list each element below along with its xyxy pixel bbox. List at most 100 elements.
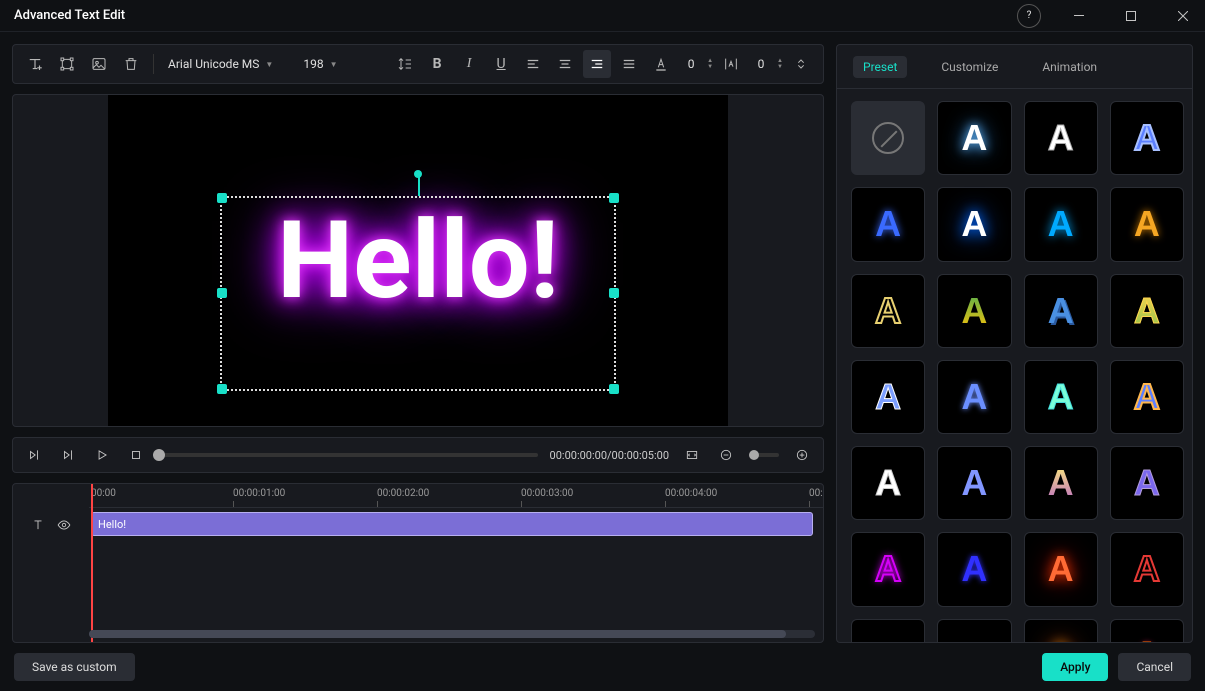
- preset-tile[interactable]: A: [1024, 532, 1098, 606]
- timeline-track-area[interactable]: 00:00 00:00:01:00 00:00:02:00 00:00:03:0…: [89, 484, 823, 642]
- preset-tile[interactable]: A: [937, 101, 1011, 175]
- align-justify-icon[interactable]: [615, 50, 643, 78]
- bold-icon[interactable]: B: [423, 50, 451, 78]
- preset-tile[interactable]: A: [851, 187, 925, 261]
- playhead[interactable]: [91, 484, 93, 642]
- line-height-icon[interactable]: [391, 50, 419, 78]
- preset-tile[interactable]: A: [851, 619, 925, 643]
- resize-handle-tl[interactable]: [217, 193, 227, 203]
- stop-button[interactable]: [125, 444, 147, 466]
- delete-icon[interactable]: [117, 50, 145, 78]
- tab-preset[interactable]: Preset: [853, 56, 907, 78]
- window-title: Advanced Text Edit: [14, 8, 125, 23]
- resize-handle-tr[interactable]: [609, 193, 619, 203]
- zoom-out-icon[interactable]: [715, 444, 737, 466]
- preset-tile[interactable]: A: [851, 274, 925, 348]
- tab-animation[interactable]: Animation: [1032, 56, 1107, 78]
- close-button[interactable]: [1161, 0, 1205, 32]
- preview-canvas[interactable]: Hello!: [12, 94, 824, 427]
- help-icon[interactable]: ?: [1017, 4, 1041, 28]
- transform-icon[interactable]: [53, 50, 81, 78]
- selection-box[interactable]: [220, 196, 616, 391]
- resize-handle-mr[interactable]: [609, 288, 619, 298]
- seek-slider[interactable]: [159, 453, 538, 457]
- tab-customize[interactable]: Customize: [931, 56, 1008, 78]
- image-icon[interactable]: [85, 50, 113, 78]
- preset-tile[interactable]: A: [937, 446, 1011, 520]
- rotate-handle[interactable]: [414, 170, 422, 178]
- preset-tile[interactable]: A: [851, 360, 925, 434]
- track-header: [13, 512, 89, 538]
- apply-button[interactable]: Apply: [1042, 653, 1108, 681]
- resize-handle-bl[interactable]: [217, 384, 227, 394]
- preset-tile[interactable]: A: [1110, 446, 1184, 520]
- clip-label: Hello!: [98, 518, 126, 531]
- sidebar-tabs: Preset Customize Animation: [837, 45, 1192, 89]
- visibility-icon[interactable]: [57, 518, 71, 532]
- preset-tile[interactable]: A: [1024, 101, 1098, 175]
- font-select-value: Arial Unicode MS: [168, 57, 259, 71]
- preset-tile[interactable]: A: [937, 532, 1011, 606]
- zoom-slider[interactable]: [749, 453, 779, 457]
- none-icon: [872, 122, 904, 154]
- preset-tile[interactable]: A: [1024, 360, 1098, 434]
- timeline-scrollbar[interactable]: [89, 630, 815, 638]
- letter-spacing-icon[interactable]: [717, 50, 745, 78]
- preset-grid: A A A A A A A A A A A A A A A A A A A A …: [837, 89, 1192, 642]
- save-as-custom-button[interactable]: Save as custom: [14, 653, 135, 681]
- preset-tile[interactable]: A: [937, 187, 1011, 261]
- ruler-tick: 00:00:01:00: [233, 488, 285, 499]
- more-options-icon[interactable]: [787, 50, 815, 78]
- timeline-clip[interactable]: Hello!: [91, 512, 813, 536]
- cancel-button[interactable]: Cancel: [1118, 653, 1191, 681]
- timeline: 00:00 00:00:01:00 00:00:02:00 00:00:03:0…: [12, 483, 824, 643]
- resize-handle-br[interactable]: [609, 384, 619, 394]
- footer: Save as custom Apply Cancel: [0, 643, 1205, 691]
- preset-tile[interactable]: A: [1110, 274, 1184, 348]
- time-display: 00:00:00:00/00:00:05:00: [550, 449, 669, 462]
- preset-tile[interactable]: A: [1110, 532, 1184, 606]
- preset-tile[interactable]: A: [1110, 619, 1184, 643]
- step-back-button[interactable]: [57, 444, 79, 466]
- play-button[interactable]: [91, 444, 113, 466]
- fit-screen-icon[interactable]: [681, 444, 703, 466]
- scrollbar-thumb[interactable]: [89, 630, 786, 638]
- preset-tile[interactable]: A: [937, 274, 1011, 348]
- underline-icon[interactable]: U: [487, 50, 515, 78]
- minimize-button[interactable]: [1057, 0, 1101, 32]
- font-select[interactable]: Arial Unicode MS ▼: [162, 53, 293, 75]
- preset-tile[interactable]: A: [1110, 360, 1184, 434]
- preset-tile[interactable]: A: [937, 619, 1011, 643]
- preset-none[interactable]: [851, 101, 925, 175]
- align-left-icon[interactable]: [519, 50, 547, 78]
- align-center-icon[interactable]: [551, 50, 579, 78]
- preset-tile[interactable]: A: [937, 360, 1011, 434]
- ruler-tick: 00:00:03:00: [521, 488, 573, 499]
- preset-tile[interactable]: A: [1024, 274, 1098, 348]
- maximize-button[interactable]: [1109, 0, 1153, 32]
- text-color-icon[interactable]: [647, 50, 675, 78]
- preset-tile[interactable]: A: [1024, 446, 1098, 520]
- align-right-icon[interactable]: [583, 50, 611, 78]
- font-size-select[interactable]: 198 ▼: [297, 53, 357, 75]
- char-spacing-stepper[interactable]: 0 ▲▼: [679, 57, 713, 71]
- preset-tile[interactable]: A: [851, 446, 925, 520]
- seek-thumb[interactable]: [153, 449, 165, 461]
- new-text-icon[interactable]: [21, 50, 49, 78]
- text-track-icon: [31, 518, 45, 532]
- char-spacing-value: 0: [679, 57, 703, 71]
- line-spacing-stepper[interactable]: 0 ▲▼: [749, 57, 783, 71]
- zoom-in-icon[interactable]: [791, 444, 813, 466]
- resize-handle-ml[interactable]: [217, 288, 227, 298]
- timeline-ruler[interactable]: 00:00 00:00:01:00 00:00:02:00 00:00:03:0…: [89, 484, 823, 508]
- preset-tile[interactable]: A: [1110, 187, 1184, 261]
- chevron-down-icon: ▼: [265, 60, 273, 69]
- preset-tile[interactable]: A: [1024, 187, 1098, 261]
- preset-tile[interactable]: A: [1024, 619, 1098, 643]
- italic-icon[interactable]: I: [455, 50, 483, 78]
- preset-tile[interactable]: A: [1110, 101, 1184, 175]
- prev-frame-button[interactable]: [23, 444, 45, 466]
- preset-tile[interactable]: A: [851, 532, 925, 606]
- playback-bar: 00:00:00:00/00:00:05:00: [12, 437, 824, 473]
- ruler-tick: 00:00:02:00: [377, 488, 429, 499]
